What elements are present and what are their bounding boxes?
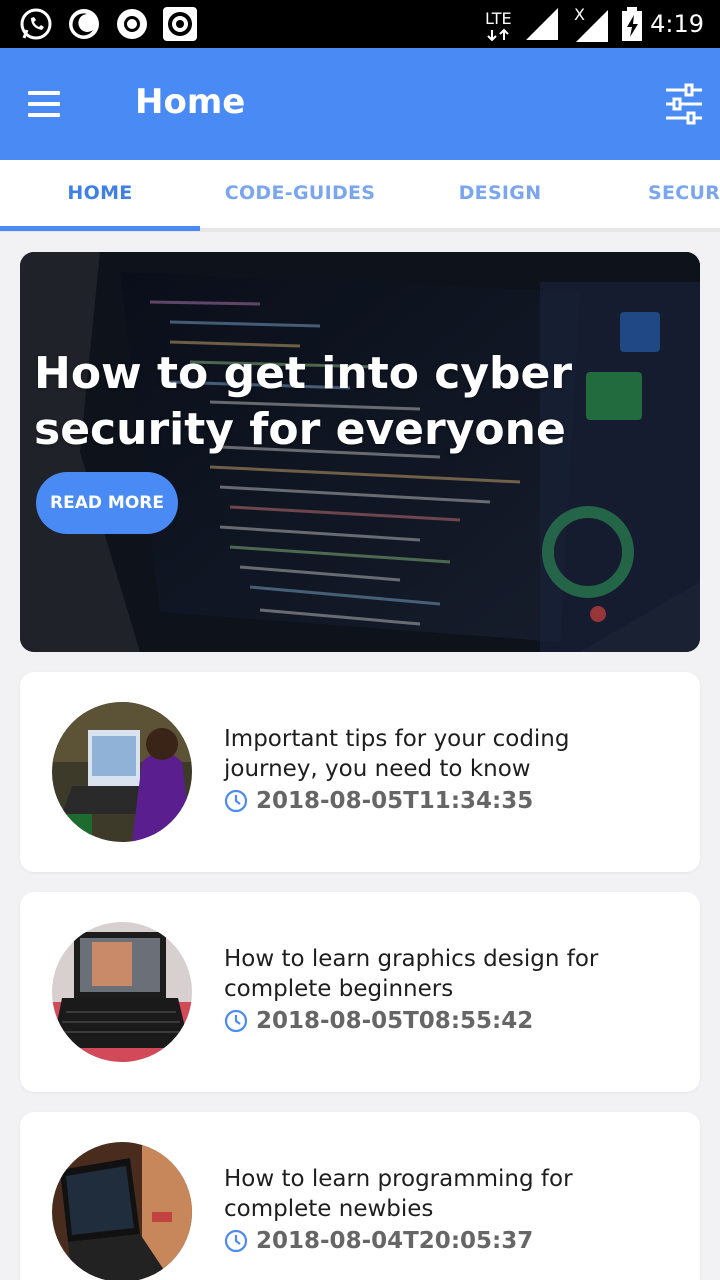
post-card[interactable]: How to learn programming for complete ne… [20,1112,700,1280]
app-bar: Home [0,48,720,160]
menu-icon[interactable] [28,84,68,124]
featured-post[interactable]: How to get into cyber security for every… [20,252,700,652]
tab-security[interactable]: SECUR [648,160,720,228]
tab-home[interactable]: HOME [0,160,200,228]
clock-icon [224,1009,248,1033]
clock-icon [224,1229,248,1253]
tab-bar: HOME CODE-GUIDES DESIGN SECUR [0,160,720,232]
post-card[interactable]: Important tips for your coding journey, … [20,672,700,872]
post-title: Important tips for your coding journey, … [224,726,570,782]
read-more-button[interactable]: READ MORE [36,472,178,534]
tab-indicator [0,226,200,231]
record-icon [114,6,150,42]
svg-text:X: X [574,5,585,24]
battery-charging-icon [620,0,644,48]
post-date: 2018-08-04T20:05:37 [224,1228,533,1254]
no-signal-icon: X [574,0,610,48]
tab-design[interactable]: DESIGN [400,160,600,228]
clock-time: 4:19 [650,10,704,38]
post-thumbnail [52,1142,192,1280]
post-date: 2018-08-05T11:34:35 [224,788,533,814]
clock-icon [224,789,248,813]
post-date-text: 2018-08-05T08:55:42 [256,1008,534,1034]
target-icon [162,6,198,42]
lte-indicator: LTE [484,0,514,48]
svg-text:LTE: LTE [485,9,512,28]
post-title: How to learn programming for complete ne… [224,1166,573,1222]
post-date-text: 2018-08-04T20:05:37 [256,1228,534,1254]
night-mode-icon [66,6,102,42]
post-date: 2018-08-05T08:55:42 [224,1008,533,1034]
post-title: How to learn graphics design for complet… [224,946,599,1002]
post-card[interactable]: How to learn graphics design for complet… [20,892,700,1092]
post-date-text: 2018-08-05T11:34:35 [256,788,534,814]
featured-title: How to get into cyber security for every… [34,348,573,455]
whatsapp-icon [18,6,54,42]
status-bar: LTE X 4:19 [0,0,720,48]
post-thumbnail [52,922,192,1062]
post-thumbnail [52,702,192,842]
signal-icon [524,0,560,48]
tab-code-guides[interactable]: CODE-GUIDES [200,160,400,228]
page-title: Home [135,82,246,122]
filter-icon[interactable] [662,82,706,126]
